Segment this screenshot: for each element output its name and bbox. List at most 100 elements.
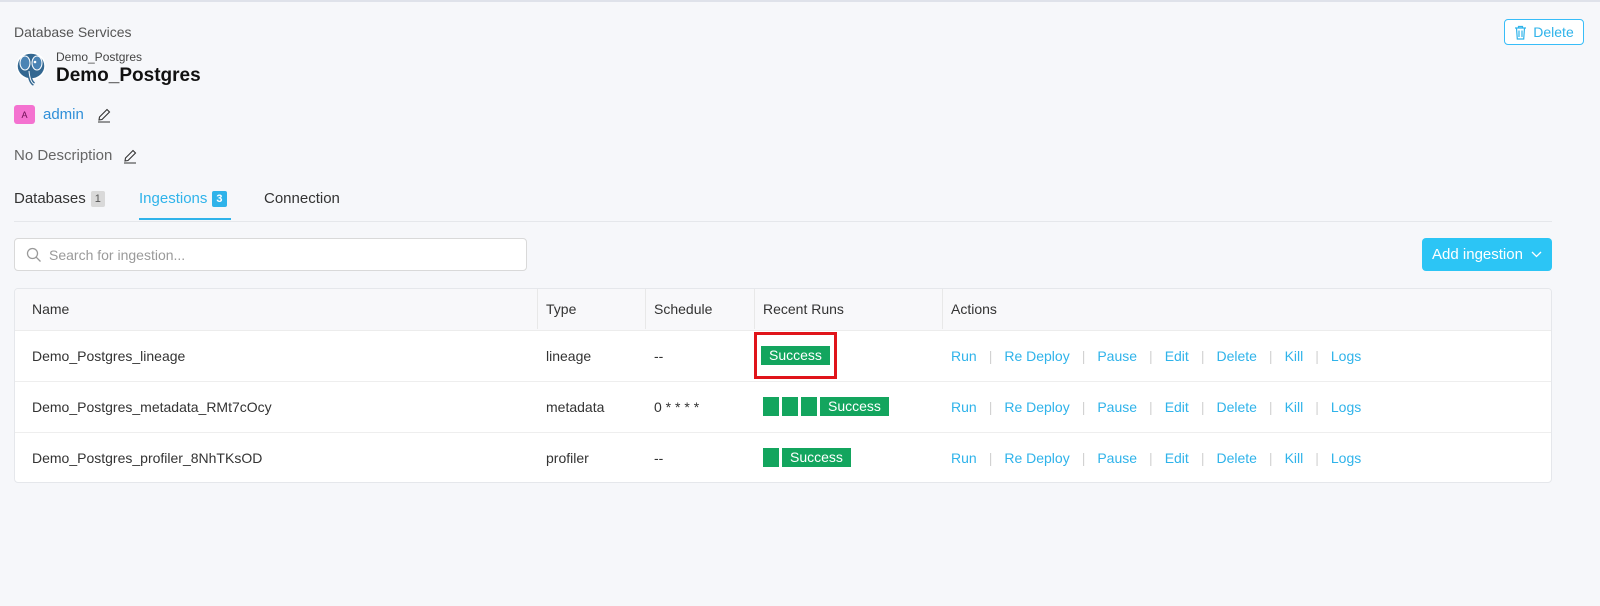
ingestion-type-cell: profiler [546, 449, 589, 466]
owner-name-link[interactable]: admin [43, 106, 84, 123]
actions-cell: Run | Re Deploy | Pause | Edit | Delete | Kill | Log… [942, 432, 1551, 482]
action-separator: | [1200, 398, 1205, 415]
action-separator: | [988, 449, 993, 466]
ingestions-table: Name Type Schedule Recent Runs Actions D… [14, 288, 1552, 483]
recent-runs-list: Success [763, 397, 942, 416]
tab-label: Ingestions [139, 190, 208, 207]
page-title: Demo_Postgres [56, 65, 201, 86]
action-edit-link[interactable]: Edit [1165, 450, 1189, 466]
action-re-deploy-link[interactable]: Re Deploy [1004, 450, 1069, 466]
action-run-link[interactable]: Run [951, 450, 977, 466]
action-pause-link[interactable]: Pause [1097, 450, 1137, 466]
tab-ingestions[interactable]: Ingestions 3 [139, 190, 227, 207]
recent-runs-cell: Success [754, 432, 942, 482]
action-separator: | [1315, 347, 1319, 364]
action-edit-link[interactable]: Edit [1165, 399, 1189, 415]
action-kill-link[interactable]: Kill [1285, 399, 1304, 415]
avatar: A [14, 105, 35, 124]
service-name-small: Demo_Postgres [56, 50, 143, 64]
tab-label: Connection [264, 190, 340, 207]
edit-owner-pencil-icon[interactable] [96, 107, 112, 123]
action-run-link[interactable]: Run [951, 348, 977, 364]
action-pause-link[interactable]: Pause [1097, 348, 1137, 364]
action-re-deploy-link[interactable]: Re Deploy [1004, 399, 1069, 415]
recent-runs-list: Success [761, 346, 830, 365]
action-separator: | [1081, 347, 1086, 364]
table-row: Demo_Postgres_profiler_8NhTKsOD profiler -… [15, 432, 1551, 482]
action-separator: | [1200, 347, 1205, 364]
add-ingestion-label: Add ingestion [1432, 246, 1523, 263]
trash-icon [1515, 25, 1527, 40]
run-status-indicator[interactable] [763, 448, 779, 468]
run-status-badge[interactable]: Success [820, 397, 889, 416]
action-logs-link[interactable]: Logs [1331, 348, 1361, 364]
chevron-down-icon [1531, 251, 1542, 258]
recent-runs-cell: Success [754, 330, 942, 382]
action-logs-link[interactable]: Logs [1331, 399, 1361, 415]
ingestion-name-cell: Demo_Postgres_metadata_RMt7cOcy [15, 381, 537, 433]
ingestion-schedule-cell: 0 * * * * [645, 381, 754, 433]
tab-bar: Databases 1 Ingestions 3 Connection [14, 182, 1552, 222]
actions-cell: Run | Re Deploy | Pause | Edit | Delete | Kill | Log… [942, 381, 1551, 433]
action-delete-link[interactable]: Delete [1216, 450, 1256, 466]
search-icon [26, 247, 41, 262]
ingestion-schedule-cell: -- [645, 330, 754, 382]
action-separator: | [1315, 449, 1319, 466]
action-separator: | [1149, 347, 1153, 364]
edit-description-pencil-icon[interactable] [122, 148, 138, 164]
ingestion-schedule-cell: -- [654, 449, 664, 466]
run-status-badge[interactable]: Success [782, 448, 851, 468]
owner-section: A admin [14, 105, 112, 124]
delete-button[interactable]: Delete [1504, 19, 1584, 45]
column-header-actions: Actions [942, 289, 1551, 331]
run-status-indicator[interactable] [801, 397, 817, 416]
action-separator: | [1268, 449, 1273, 466]
actions-cell: Run | Re Deploy | Pause | Edit | Delete | Kill | Log… [942, 330, 1551, 382]
action-separator: | [1081, 398, 1086, 415]
postgres-elephant-icon [16, 52, 46, 86]
run-status-indicator[interactable] [763, 397, 779, 416]
action-kill-link[interactable]: Kill [1285, 450, 1304, 466]
delete-label: Delete [1533, 24, 1574, 40]
action-run-link[interactable]: Run [951, 399, 977, 415]
action-delete-link[interactable]: Delete [1216, 399, 1256, 415]
action-separator: | [1149, 449, 1153, 466]
ingestion-name-cell: Demo_Postgres_profiler_8NhTKsOD [32, 449, 263, 466]
description: No Description [14, 147, 138, 164]
run-status-badge[interactable]: Success [761, 346, 830, 365]
table-header-row: Name Type Schedule Recent Runs Actions [15, 289, 1551, 331]
ingestion-type-cell: metadata [537, 381, 645, 433]
tab-label: Databases [14, 190, 86, 207]
run-status-indicator[interactable] [782, 397, 798, 416]
action-re-deploy-link[interactable]: Re Deploy [1004, 348, 1069, 364]
tab-count-badge: 1 [90, 190, 105, 207]
highlight-box: Success [754, 332, 837, 379]
ingestion-name-cell: Demo_Postgres_lineage [15, 330, 537, 382]
action-separator: | [1081, 449, 1086, 466]
table-row: Demo_Postgres_metadata_RMt7cOcy metadata 0… [15, 381, 1551, 433]
active-tab-indicator [139, 218, 231, 220]
description-text: No Description [14, 147, 113, 164]
top-border [0, 0, 1600, 2]
column-header-name: Name [15, 289, 537, 331]
action-logs-link[interactable]: Logs [1331, 450, 1361, 466]
ingestion-type-cell: lineage [537, 330, 645, 382]
add-ingestion-button[interactable]: Add ingestion [1422, 238, 1552, 271]
search-box [14, 238, 527, 271]
action-kill-link[interactable]: Kill [1285, 348, 1304, 364]
action-separator: | [1315, 398, 1319, 415]
column-header-recent-runs: Recent Runs [754, 289, 942, 331]
recent-runs-list: Success [763, 448, 942, 468]
recent-runs-cell: Success [754, 381, 942, 433]
table-row: Demo_Postgres_lineage lineage -- Success Run… [15, 330, 1551, 382]
breadcrumb[interactable]: Database Services [14, 24, 132, 40]
column-header-type: Type [537, 289, 645, 331]
action-pause-link[interactable]: Pause [1097, 399, 1137, 415]
tab-databases[interactable]: Databases 1 [14, 190, 105, 207]
action-delete-link[interactable]: Delete [1216, 348, 1256, 364]
column-header-schedule: Schedule [645, 289, 754, 331]
tab-connection[interactable]: Connection [264, 190, 340, 207]
search-input[interactable] [49, 246, 526, 263]
action-separator: | [1149, 398, 1153, 415]
action-edit-link[interactable]: Edit [1165, 348, 1189, 364]
